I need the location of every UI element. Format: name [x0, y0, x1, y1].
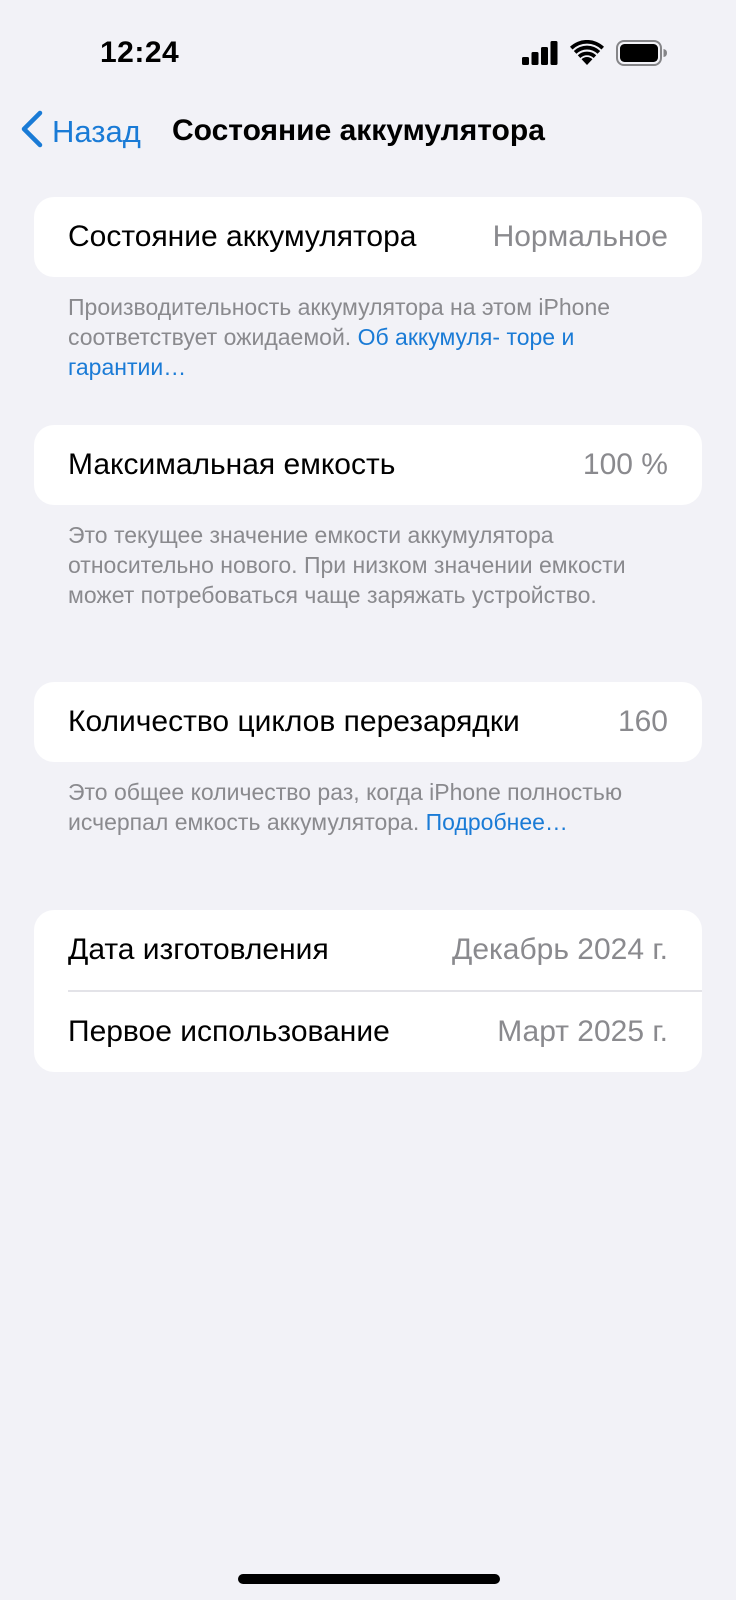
navigation-bar: Назад Состояние аккумулятора: [0, 100, 736, 160]
first-use-row: Первое использование Март 2025 г.: [34, 992, 702, 1072]
max-capacity-card: Максимальная емкость 100 %: [34, 425, 702, 505]
learn-more-link[interactable]: Подробнее…: [426, 809, 568, 835]
battery-health-label: Состояние аккумулятора: [68, 220, 417, 253]
cycle-count-card: Количество циклов перезарядки 160: [34, 682, 702, 762]
battery-health-value: Нормальное: [492, 220, 668, 253]
max-capacity-value: 100 %: [582, 448, 668, 481]
max-capacity-label: Максимальная емкость: [68, 448, 396, 481]
manufacture-date-label: Дата изготовления: [68, 933, 329, 966]
back-button-label: Назад: [52, 113, 141, 149]
home-indicator[interactable]: [238, 1574, 500, 1584]
max-capacity-row: Максимальная емкость 100 %: [34, 425, 702, 505]
back-button[interactable]: Назад: [20, 110, 141, 153]
status-time: 12:24: [100, 36, 180, 69]
cycle-count-label: Количество циклов перезарядки: [68, 705, 520, 738]
battery-health-row: Состояние аккумулятора Нормальное: [34, 197, 702, 277]
battery-icon: [616, 40, 668, 71]
status-bar: 12:24: [0, 0, 736, 110]
manufacture-date-value: Декабрь 2024 г.: [452, 933, 668, 966]
chevron-left-icon: [20, 110, 44, 153]
page-title: Состояние аккумулятора: [172, 114, 545, 147]
manufacture-date-row: Дата изготовления Декабрь 2024 г.: [34, 910, 702, 990]
battery-health-card: Состояние аккумулятора Нормальное: [34, 197, 702, 277]
max-capacity-footnote-text: Это текущее значение емкости аккумулятор…: [68, 522, 626, 608]
dates-card: Дата изготовления Декабрь 2024 г. Первое…: [34, 910, 702, 1072]
first-use-value: Март 2025 г.: [497, 1015, 668, 1048]
cycle-count-value: 160: [617, 705, 668, 738]
cellular-signal-icon: [522, 41, 558, 70]
cycle-count-row: Количество циклов перезарядки 160: [34, 682, 702, 762]
battery-health-footnote: Производительность аккумулятора на этом …: [68, 292, 668, 382]
status-icons: [522, 39, 668, 71]
first-use-label: Первое использование: [68, 1015, 390, 1048]
max-capacity-footnote: Это текущее значение емкости аккумулятор…: [68, 520, 668, 610]
wifi-icon: [570, 39, 604, 71]
cycle-count-footnote: Это общее количество раз, когда iPhone п…: [68, 777, 668, 837]
